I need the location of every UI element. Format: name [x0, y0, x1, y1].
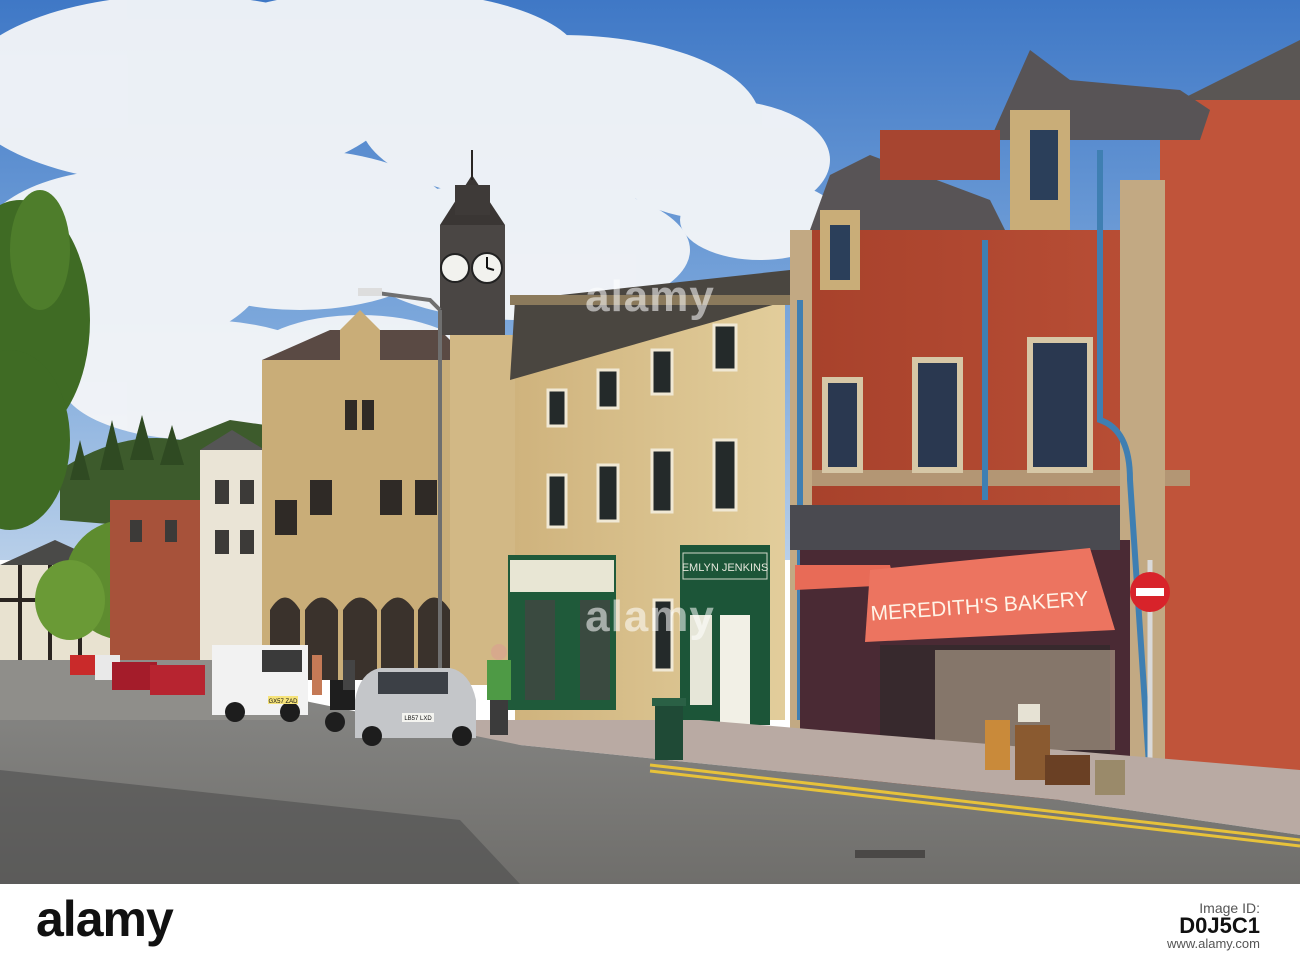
watermark-middle: alamy — [585, 592, 715, 641]
car-number-plate: LB57 LXD — [404, 716, 432, 722]
white-van: GX57 ZAD — [212, 645, 308, 722]
site-url: www.alamy.com — [1167, 936, 1260, 951]
jenkins-sign: EMLYN JENKINS — [682, 562, 769, 574]
litter-bin — [655, 700, 683, 760]
alamy-logo: alamy — [36, 891, 174, 947]
image-id-block: Image ID: D0J5C1 — [1179, 899, 1260, 938]
van-number-plate: GX57 ZAD — [268, 699, 298, 705]
image-id: D0J5C1 — [1179, 913, 1260, 938]
watermark-top: alamy — [585, 272, 715, 321]
footer-bar — [0, 884, 1300, 953]
photo-stage: EMLYN JENKINS MEREDITH'S BAKERY GX57 ZAD… — [0, 0, 1300, 953]
street-photo: EMLYN JENKINS MEREDITH'S BAKERY GX57 ZAD… — [0, 0, 1300, 884]
silver-car: LB57 LXD — [355, 668, 476, 746]
